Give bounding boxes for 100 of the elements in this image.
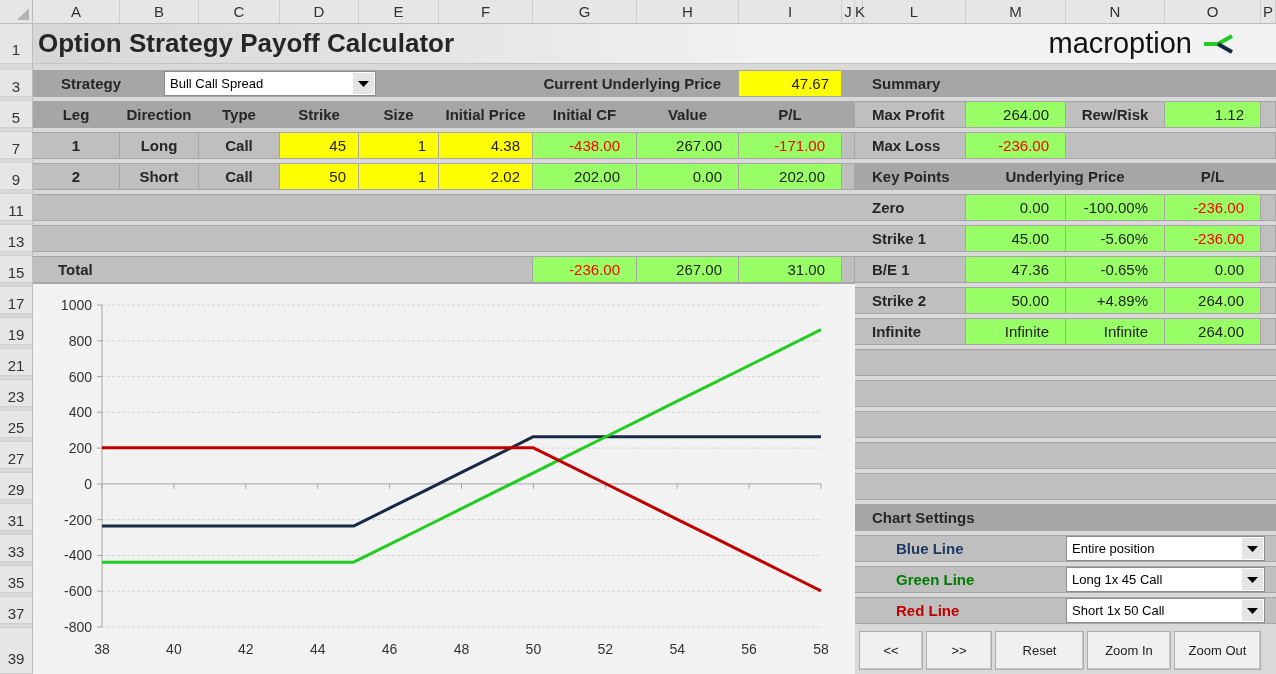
value-cell: 47.36 xyxy=(966,256,1066,283)
row-number: 17 xyxy=(0,287,33,314)
value-cell: -236.00 xyxy=(966,132,1066,159)
row-number: 19 xyxy=(0,318,33,345)
value-cell: 267.00 xyxy=(637,132,739,159)
empty-cell xyxy=(1261,225,1276,252)
row-number: 33 xyxy=(0,535,33,562)
value-cell: 50.00 xyxy=(966,287,1066,314)
column-header: P/L xyxy=(739,101,842,128)
sheet-title: Option Strategy Payoff Calculator xyxy=(38,28,455,59)
value-cell: -0.65% xyxy=(1066,256,1165,283)
row-number: 5 xyxy=(0,101,33,128)
column-header: Key Points xyxy=(855,163,966,190)
row-number: 7 xyxy=(0,132,33,159)
axis-label: 400 xyxy=(68,404,92,421)
column-header: Underlying Price xyxy=(966,163,1165,190)
section-header: Chart Settings xyxy=(855,504,1276,531)
column-letter: B xyxy=(120,0,199,23)
value-cell: 0.00 xyxy=(966,194,1066,221)
column-header: Value xyxy=(637,101,739,128)
axis-label: 40 xyxy=(166,641,182,657)
empty-cell xyxy=(1261,194,1276,221)
row-label: Zero xyxy=(855,194,966,221)
axis-label: 0 xyxy=(84,475,92,492)
value-cell: Infinite xyxy=(966,318,1066,345)
input-cell[interactable]: 1 xyxy=(359,163,439,190)
empty-cell xyxy=(1261,256,1276,283)
axis-label: -200 xyxy=(63,511,92,528)
column-letter: N xyxy=(1066,0,1165,23)
column-letter: M xyxy=(966,0,1066,23)
axis-label: 58 xyxy=(813,641,829,657)
line-label: Green Line xyxy=(855,566,1066,593)
summary-label: Max Profit xyxy=(855,101,966,128)
value-cell: 45.00 xyxy=(966,225,1066,252)
value-cell: -438.00 xyxy=(533,132,637,159)
input-cell[interactable]: 47.67 xyxy=(739,70,842,97)
value-cell: -171.00 xyxy=(739,132,842,159)
dropdown-field[interactable]: Long 1x 45 Call xyxy=(1066,567,1265,592)
column-letter: D xyxy=(280,0,359,23)
axis-label: 42 xyxy=(238,641,254,657)
axis-label: 46 xyxy=(381,641,398,657)
axis-label: -800 xyxy=(63,619,92,635)
axis-label: 600 xyxy=(68,368,92,385)
table-cell: Call xyxy=(199,132,280,159)
table-cell: 2 xyxy=(33,163,120,190)
chart-button[interactable]: >> xyxy=(926,631,992,670)
column-letter: K xyxy=(855,0,863,23)
column-header: Strike xyxy=(280,101,359,128)
column-letter: E xyxy=(359,0,439,23)
value-cell: -5.60% xyxy=(1066,225,1165,252)
logo-icon xyxy=(1202,33,1236,54)
row-number: 37 xyxy=(0,597,33,624)
axis-label: 52 xyxy=(597,641,614,657)
column-letter: P xyxy=(1261,0,1276,23)
row-number: 27 xyxy=(0,442,33,469)
chart-button[interactable]: Zoom In xyxy=(1087,631,1171,670)
value-cell: 267.00 xyxy=(637,256,739,283)
dropdown-field[interactable]: Bull Call Spread xyxy=(164,71,376,96)
column-header: Leg xyxy=(33,101,120,128)
chart-button[interactable]: Reset xyxy=(995,631,1084,670)
row-number: 1 xyxy=(0,24,33,64)
row-number: 13 xyxy=(0,225,33,252)
input-cell[interactable]: 4.38 xyxy=(439,132,533,159)
row-label: Strike 2 xyxy=(855,287,966,314)
input-cell[interactable]: 2.02 xyxy=(439,163,533,190)
input-cell[interactable]: 45 xyxy=(280,132,359,159)
column-letter: F xyxy=(439,0,533,23)
axis-label: 38 xyxy=(94,641,110,657)
empty-cell xyxy=(1261,101,1276,128)
row-label: Infinite xyxy=(855,318,966,345)
empty-cell xyxy=(1261,163,1276,190)
column-header: P/L xyxy=(1165,163,1261,190)
column-letter: C xyxy=(199,0,280,23)
column-header: Initial CF xyxy=(533,101,637,128)
row-number: 9 xyxy=(0,163,33,190)
axis-label: 54 xyxy=(669,641,685,657)
logo-text: macroption xyxy=(1048,27,1192,60)
input-cell[interactable]: 50 xyxy=(280,163,359,190)
column-letter: H xyxy=(637,0,739,23)
chart-button[interactable]: Zoom Out xyxy=(1174,631,1261,670)
table-cell: Short xyxy=(120,163,199,190)
value-cell: 0.00 xyxy=(1165,256,1261,283)
row-number: 21 xyxy=(0,349,33,376)
value-cell: 0.00 xyxy=(637,163,739,190)
summary-label: Max Loss xyxy=(855,132,966,159)
value-cell: Infinite xyxy=(1066,318,1165,345)
input-cell[interactable]: 1 xyxy=(359,132,439,159)
axis-label: 800 xyxy=(68,332,92,349)
axis-label: 44 xyxy=(309,641,326,657)
chart-button[interactable]: << xyxy=(859,631,923,670)
axis-label: 200 xyxy=(68,440,92,457)
row-number: 35 xyxy=(0,566,33,593)
value-cell: -100.00% xyxy=(1066,194,1165,221)
column-letter: J xyxy=(842,0,855,23)
row-number: 31 xyxy=(0,504,33,531)
value-cell: 264.00 xyxy=(1165,318,1261,345)
axis-label: 1000 xyxy=(60,297,92,313)
dropdown-field[interactable]: Entire position xyxy=(1066,536,1265,561)
axis-label: 50 xyxy=(525,641,542,657)
dropdown-field[interactable]: Short 1x 50 Call xyxy=(1066,598,1265,623)
